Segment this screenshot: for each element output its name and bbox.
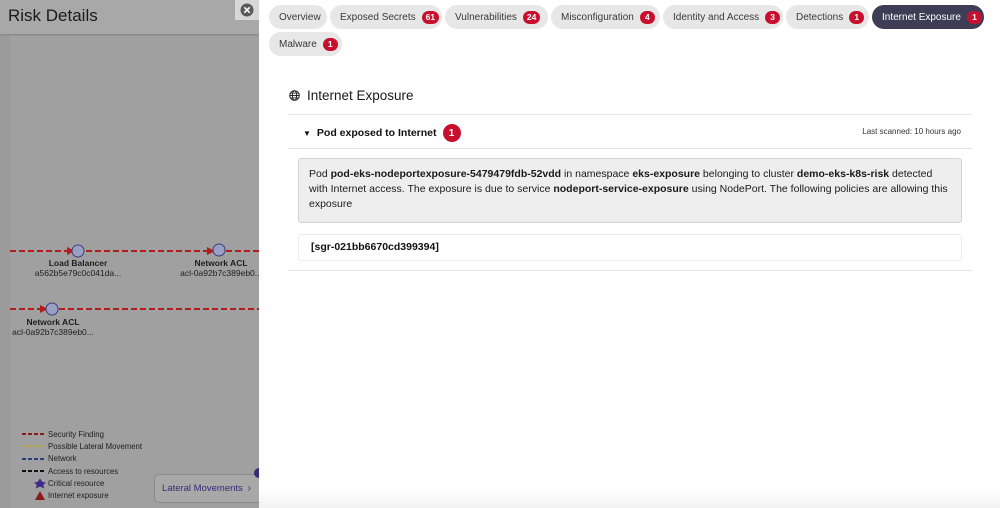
count-badge: 3	[765, 10, 781, 24]
namespace-name: eks-exposure	[632, 168, 701, 180]
policy-item[interactable]: [sgr-021bb6670cd399394]	[298, 234, 962, 261]
graph-node-load-balancer[interactable]: Load Balancer a562b5e79c0c041da...	[30, 258, 126, 278]
caret-down-icon: ▼	[303, 128, 311, 138]
close-icon	[240, 3, 254, 17]
tab-overview[interactable]: Overview	[269, 5, 327, 29]
lateral-movements-button[interactable]: Lateral Movements ›	[154, 474, 259, 503]
graph-node-network-acl[interactable]: Network ACL acl-0a92b7c389eb0...	[6, 317, 100, 337]
chevron-right-icon: ›	[247, 483, 251, 494]
divider	[288, 114, 972, 115]
network-acl-node-icon	[45, 302, 59, 316]
count-badge: 1	[966, 10, 982, 24]
network-acl-node-icon	[212, 243, 226, 257]
finding-title: Pod exposed to Internet	[316, 127, 437, 139]
legend-item: Security Finding	[22, 429, 104, 439]
finding-toggle[interactable]: ▼ Pod exposed to Internet 1	[303, 124, 461, 142]
count-badge: 1	[322, 37, 338, 51]
risk-graph-panel: Risk Details Load Balancer a562b5e79c0c04…	[0, 0, 259, 508]
pod-name: pod-eks-nodeportexposure-5479479fdb-52vd…	[330, 168, 562, 180]
divider	[288, 270, 972, 271]
graph-legend: Security Finding Possible Lateral Moveme…	[22, 428, 142, 502]
tab-internet-exposure[interactable]: Internet Exposure 1	[872, 5, 984, 29]
load-balancer-node-icon	[71, 244, 85, 258]
legend-item: Critical resource	[22, 477, 142, 489]
finding-count-badge: 1	[442, 124, 461, 142]
star-icon	[34, 478, 46, 489]
tab-misconfiguration[interactable]: Misconfiguration 4	[551, 5, 660, 29]
count-badge: 1	[849, 10, 865, 24]
last-scanned: Last scanned: 10 hours ago	[862, 127, 961, 136]
tab-malware[interactable]: Malware 1	[269, 32, 342, 56]
close-button[interactable]	[235, 0, 259, 20]
globe-icon	[289, 90, 300, 101]
tab-exposed-secrets[interactable]: Exposed Secrets 61	[330, 5, 442, 29]
count-badge: 24	[522, 10, 541, 24]
warning-icon	[35, 491, 45, 501]
legend-item: Access to resources	[22, 466, 119, 476]
page-title: Risk Details	[8, 6, 98, 25]
graph-node-network-acl[interactable]: Network ACL acl-0a92b7c389eb0...	[176, 258, 259, 278]
cluster-name: demo-eks-k8s-risk	[796, 168, 890, 180]
tab-vulnerabilities[interactable]: Vulnerabilities 24	[445, 5, 548, 29]
legend-item: Possible Lateral Movement	[22, 441, 143, 451]
section-title: Internet Exposure	[307, 88, 414, 103]
legend-item: Internet exposure	[22, 489, 142, 501]
risk-details-header: Risk Details	[0, 0, 259, 34]
legend-item: Network	[22, 454, 77, 464]
tab-detections[interactable]: Detections 1	[786, 5, 869, 29]
details-panel: Overview Exposed Secrets 61 Vulnerabiliti…	[259, 0, 1000, 508]
bottom-fade	[259, 488, 1000, 508]
service-name: nodeport-service-exposure	[553, 183, 689, 195]
count-badge: 61	[421, 10, 440, 24]
divider	[288, 148, 972, 149]
finding-description: Pod pod-eks-nodeportexposure-5479479fdb-…	[298, 158, 962, 223]
tab-identity-and-access[interactable]: Identity and Access 3	[663, 5, 783, 29]
section-heading: Internet Exposure	[289, 88, 414, 103]
count-badge: 4	[639, 10, 655, 24]
